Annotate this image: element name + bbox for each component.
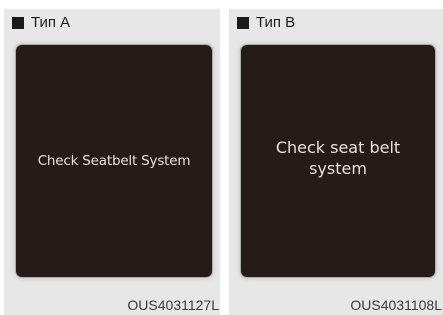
type-a-heading: Тип A — [12, 14, 70, 32]
panel-type-b: Тип B Check seat belt system OUS4031108L — [229, 9, 443, 315]
type-b-label: Тип B — [256, 14, 296, 31]
panel-type-a: Тип A Check Seatbelt System OUS4031127L — [4, 9, 220, 315]
type-b-heading: Тип B — [237, 14, 295, 32]
cluster-display-type-a: Check Seatbelt System — [16, 45, 212, 277]
warning-message-type-b: Check seat belt system — [275, 138, 401, 178]
cluster-display-type-b: Check seat belt system — [241, 45, 435, 277]
image-code-type-a: OUS4031127L — [127, 297, 219, 313]
type-a-label: Тип A — [31, 14, 71, 31]
square-bullet-icon — [12, 17, 24, 29]
image-code-type-b: OUS4031108L — [350, 297, 442, 313]
square-bullet-icon — [237, 17, 249, 29]
warning-message-type-a: Check Seatbelt System — [37, 153, 191, 169]
